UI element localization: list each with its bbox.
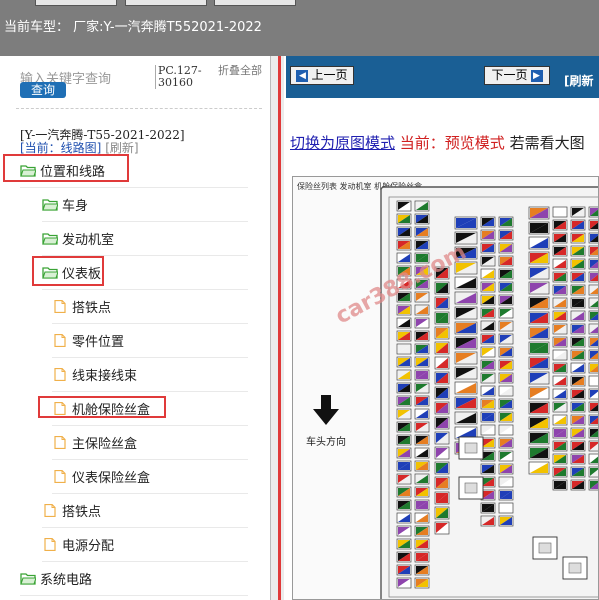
main-panel: ◀ 上一页 下一页 ▶ [刷新 切换为原图模式 当前：预览模式 若需看大图 保险… bbox=[286, 56, 599, 600]
tree-item[interactable]: 搭铁点 bbox=[42, 494, 248, 528]
prev-page-label: 上一页 bbox=[311, 68, 348, 82]
view-mode-line: 切换为原图模式 当前：预览模式 若需看大图 bbox=[290, 132, 585, 153]
document-code: PC.127-30160 bbox=[155, 65, 205, 89]
file-icon bbox=[42, 503, 58, 518]
relay-pin bbox=[538, 542, 552, 554]
selection-highlight bbox=[3, 154, 129, 182]
tree-item-label: 车身 bbox=[62, 199, 89, 214]
relay-pin bbox=[568, 562, 582, 574]
vehicle-title: 当前车型： 厂家:Y-一汽奔腾T552021-2022 bbox=[4, 20, 262, 35]
tree-item-label: 仪表保险丝盒 bbox=[72, 471, 151, 486]
prev-page-button[interactable]: ◀ 上一页 bbox=[290, 66, 354, 85]
folder-open-icon bbox=[20, 572, 37, 585]
direction-label: 车头方向 bbox=[306, 437, 346, 448]
sidebar: 输入关键字查询 查询 PC.127-30160 折叠全部 [Y-一汽奔腾-T55… bbox=[0, 56, 268, 600]
file-icon bbox=[52, 367, 68, 382]
top-bar: 当前车型： 厂家:Y-一汽奔腾T552021-2022 bbox=[0, 0, 599, 56]
divider bbox=[16, 108, 262, 109]
arrow-down-icon bbox=[313, 395, 339, 425]
tree-item-label: 零件位置 bbox=[72, 335, 125, 350]
file-icon bbox=[52, 299, 68, 314]
window-tab[interactable] bbox=[214, 0, 296, 6]
search-button[interactable]: 查询 bbox=[20, 82, 66, 98]
tree-item-label: 电源分配 bbox=[62, 539, 115, 554]
relay-pin bbox=[464, 482, 478, 494]
pager-bar: ◀ 上一页 下一页 ▶ [刷新 bbox=[286, 56, 599, 98]
switch-original-link[interactable]: 切换为原图模式 bbox=[290, 134, 395, 152]
folder-open-icon bbox=[42, 198, 59, 211]
tree-item-label: 搭铁点 bbox=[72, 301, 112, 316]
tree-item[interactable]: 发动机室 bbox=[42, 222, 248, 256]
tree-item[interactable]: 车身 bbox=[42, 188, 248, 222]
refresh-page-link[interactable]: [刷新 bbox=[564, 72, 594, 89]
current-mode: 当前：预览模式 bbox=[399, 134, 505, 152]
selection-highlight bbox=[38, 396, 166, 418]
tree-item-label: 主保险丝盒 bbox=[72, 437, 138, 452]
tree-item[interactable]: 零件位置 bbox=[52, 324, 248, 358]
panel-splitter[interactable] bbox=[270, 56, 284, 600]
arrow-left-icon: ◀ bbox=[296, 69, 309, 82]
tree-item-label: 发动机室 bbox=[62, 233, 115, 248]
fuse-box-drawing bbox=[380, 186, 598, 599]
refresh-link[interactable]: [刷新] bbox=[105, 141, 138, 155]
window-tab[interactable] bbox=[35, 0, 117, 6]
splitter-highlight bbox=[278, 56, 281, 600]
next-page-button[interactable]: 下一页 ▶ bbox=[484, 66, 550, 85]
window-tab[interactable] bbox=[125, 0, 207, 6]
file-icon bbox=[52, 435, 68, 450]
next-page-label: 下一页 bbox=[491, 68, 528, 82]
tree-item-label: 线束接线束 bbox=[72, 369, 138, 384]
arrow-right-icon: ▶ bbox=[530, 69, 543, 82]
file-icon bbox=[52, 333, 68, 348]
tree-item[interactable]: 线束接线束 bbox=[52, 358, 248, 392]
relay-pin bbox=[464, 442, 478, 454]
tree-item-label: 搭铁点 bbox=[62, 505, 102, 520]
tree-item[interactable]: 系统电路 bbox=[20, 562, 248, 596]
tree-item[interactable]: 搭铁点 bbox=[52, 290, 248, 324]
collapse-all-link[interactable]: 折叠全部 bbox=[218, 65, 262, 77]
selection-highlight bbox=[32, 256, 104, 286]
window-tabs bbox=[0, 0, 599, 6]
tree-item[interactable]: 仪表保险丝盒 bbox=[52, 460, 248, 494]
tree-item-label: 系统电路 bbox=[40, 573, 93, 588]
current-view-label: [当前：线路图] bbox=[20, 141, 102, 155]
file-icon bbox=[42, 537, 58, 552]
folder-open-icon bbox=[42, 232, 59, 245]
tree-item[interactable]: 主保险丝盒 bbox=[52, 426, 248, 460]
file-icon bbox=[52, 469, 68, 484]
mode-hint: 若需看大图 bbox=[509, 134, 585, 152]
fuse-box-diagram[interactable]: 保险丝列表 发动机室 机舱保险丝盒 车头方向 car388.com bbox=[292, 176, 599, 600]
tree-item[interactable]: 电源分配 bbox=[42, 528, 248, 562]
vehicle-direction: 车头方向 bbox=[301, 395, 351, 448]
